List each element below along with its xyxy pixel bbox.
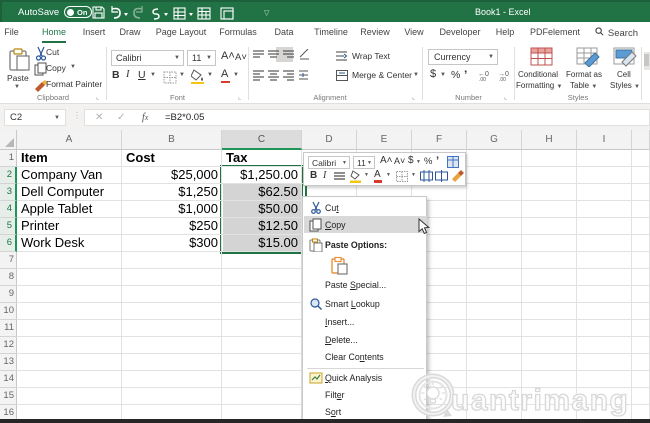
- svg-text:.00: .00: [499, 77, 506, 82]
- svg-text:.00: .00: [479, 77, 486, 82]
- svg-text:uantrimang: uantrimang: [451, 384, 629, 417]
